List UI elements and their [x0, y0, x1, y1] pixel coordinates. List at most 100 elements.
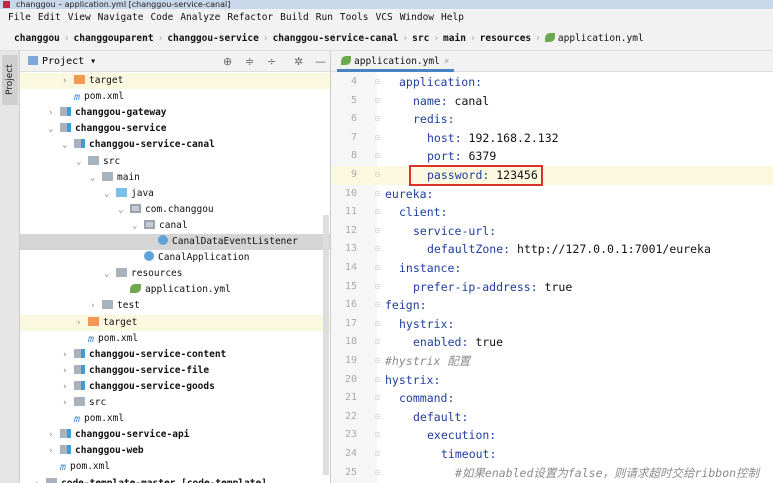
fold-marker-icon[interactable]: ⊟	[375, 129, 380, 148]
tree-item[interactable]: › target	[20, 314, 330, 331]
fold-marker-icon[interactable]: ⊟	[375, 92, 380, 111]
tree-item[interactable]: › changgou-service-content	[20, 347, 330, 363]
tree-item[interactable]: m pom.xml	[20, 411, 330, 427]
menu-item-navigate[interactable]: Navigate	[98, 9, 144, 27]
fold-marker-icon[interactable]: ⊟	[375, 222, 380, 241]
chevron-right-icon[interactable]: ›	[48, 105, 60, 121]
chevron-down-icon[interactable]: ⌄	[76, 154, 88, 170]
chevron-right-icon[interactable]: ›	[62, 347, 74, 363]
fold-marker-icon[interactable]: ⊟	[375, 464, 380, 483]
tree-scrollbar[interactable]	[323, 215, 329, 475]
breadcrumb-item[interactable]: changgou	[14, 27, 60, 50]
menu-item-build[interactable]: Build	[280, 9, 309, 27]
hide-icon[interactable]: —	[315, 51, 326, 72]
tree-item[interactable]: › changgou-gateway	[20, 105, 330, 121]
menu-item-code[interactable]: Code	[150, 9, 173, 27]
fold-marker-icon[interactable]: ⊟	[375, 147, 380, 166]
tree-item[interactable]: ⌄ main	[20, 170, 330, 186]
tree-item[interactable]: ⌄ canal	[20, 218, 330, 234]
chevron-down-icon[interactable]: ⌄	[132, 218, 144, 234]
tree-item[interactable]: m pom.xml	[20, 459, 330, 475]
tree-item[interactable]: m pom.xml	[20, 89, 330, 105]
locate-icon[interactable]: ⊕	[223, 51, 232, 72]
fold-marker-icon[interactable]: ⊟	[375, 371, 380, 390]
chevron-right-icon[interactable]: ›	[48, 427, 60, 443]
project-tool-tab[interactable]: Project	[2, 55, 18, 105]
fold-marker-icon[interactable]: ⊟	[375, 426, 380, 445]
fold-marker-icon[interactable]: ⊟	[375, 296, 380, 315]
breadcrumb-item[interactable]: src	[412, 27, 429, 50]
collapse-all-icon[interactable]: ÷	[267, 51, 276, 72]
tree-item[interactable]: › target	[20, 73, 330, 89]
fold-marker-icon[interactable]: ⊟	[375, 352, 380, 371]
fold-marker-icon[interactable]: ⊟	[375, 315, 380, 334]
menu-item-tools[interactable]: Tools	[340, 9, 369, 27]
tree-item[interactable]: › test	[20, 298, 330, 314]
tree-item[interactable]: m pom.xml	[20, 331, 330, 347]
tree-item[interactable]: ⌄ com.changgou	[20, 202, 330, 218]
chevron-down-icon[interactable]: ⌄	[104, 266, 116, 282]
fold-marker-icon[interactable]: ⊟	[375, 259, 380, 278]
chevron-right-icon[interactable]: ›	[76, 315, 88, 331]
tree-item[interactable]: › code-template-master [code-template]	[20, 476, 330, 483]
breadcrumb-item[interactable]: changgouparent	[74, 27, 154, 50]
fold-marker-icon[interactable]: ⊟	[375, 203, 380, 222]
tree-item[interactable]: CanalApplication	[20, 250, 330, 266]
fold-marker-icon[interactable]: ⊟	[375, 333, 380, 352]
tree-item[interactable]: ⌄ java	[20, 186, 330, 202]
breadcrumb-item[interactable]: main	[443, 27, 466, 50]
tree-item[interactable]: › changgou-web	[20, 443, 330, 459]
breadcrumb-item[interactable]: changgou-service	[167, 27, 259, 50]
breadcrumb-item[interactable]: resources	[480, 27, 531, 50]
fold-marker-icon[interactable]: ⊟	[375, 166, 380, 185]
fold-marker-icon[interactable]: ⊟	[375, 389, 380, 408]
chevron-right-icon[interactable]: ›	[62, 379, 74, 395]
tree-item[interactable]: › src	[20, 395, 330, 411]
fold-marker-icon[interactable]: ⊟	[375, 110, 380, 129]
breadcrumb-item[interactable]: changgou-service-canal	[273, 27, 399, 50]
menu-item-refactor[interactable]: Refactor	[227, 9, 273, 27]
gear-icon[interactable]: ✲	[294, 51, 303, 72]
menu-item-view[interactable]: View	[68, 9, 91, 27]
menu-item-edit[interactable]: Edit	[38, 9, 61, 27]
fold-marker-icon[interactable]: ⊟	[375, 185, 380, 204]
menu-item-file[interactable]: File	[8, 9, 31, 27]
line-number: 13	[344, 243, 357, 255]
fold-marker-icon[interactable]: ⊟	[375, 445, 380, 464]
chevron-down-icon[interactable]: ⌄	[48, 121, 60, 137]
chevron-right-icon[interactable]: ›	[62, 363, 74, 379]
chevron-right-icon[interactable]: ›	[62, 395, 74, 411]
tree-item[interactable]: ⌄ changgou-service-canal	[20, 137, 330, 153]
chevron-right-icon[interactable]: ›	[34, 476, 46, 483]
tree-item[interactable]: › changgou-service-api	[20, 427, 330, 443]
tree-item[interactable]: › changgou-service-file	[20, 363, 330, 379]
chevron-down-icon[interactable]: ⌄	[104, 186, 116, 202]
expand-all-icon[interactable]: ≑	[245, 51, 254, 72]
fold-marker-icon[interactable]: ⊟	[375, 240, 380, 259]
chevron-down-icon[interactable]: ⌄	[118, 202, 130, 218]
code-editor[interactable]: 4 ⊟ application: 5 ⊟ name: canal 6 ⊟ redis: 7 ⊟ hos…	[330, 72, 773, 483]
tree-item[interactable]: CanalDataEventListener	[20, 234, 330, 250]
menu-item-run[interactable]: Run	[316, 9, 333, 27]
tree-item[interactable]: ⌄ src	[20, 154, 330, 170]
fold-marker-icon[interactable]: ⊟	[375, 73, 380, 92]
project-view-selector[interactable]: Project ▾	[28, 51, 96, 72]
chevron-right-icon[interactable]: ›	[90, 298, 102, 314]
tree-item[interactable]: ⌄ resources	[20, 266, 330, 282]
tree-item[interactable]: ⌄ changgou-service	[20, 121, 330, 137]
chevron-right-icon[interactable]: ›	[48, 443, 60, 459]
chevron-down-icon[interactable]: ⌄	[62, 137, 74, 153]
chevron-right-icon[interactable]: ›	[62, 73, 74, 89]
fold-marker-icon[interactable]: ⊟	[375, 408, 380, 427]
tree-item[interactable]: › changgou-service-goods	[20, 379, 330, 395]
fold-marker-icon[interactable]: ⊟	[375, 278, 380, 297]
menu-item-analyze[interactable]: Analyze	[180, 9, 220, 27]
menu-item-vcs[interactable]: VCS	[376, 9, 393, 27]
breadcrumb-item[interactable]: application.yml	[544, 27, 644, 50]
close-icon[interactable]: ×	[444, 56, 450, 67]
menu-item-window[interactable]: Window	[400, 9, 434, 27]
chevron-down-icon[interactable]: ⌄	[90, 170, 102, 186]
tree-item[interactable]: application.yml	[20, 282, 330, 298]
tab-application-yml[interactable]: application.yml ×	[337, 51, 454, 72]
menu-item-help[interactable]: Help	[441, 9, 464, 27]
